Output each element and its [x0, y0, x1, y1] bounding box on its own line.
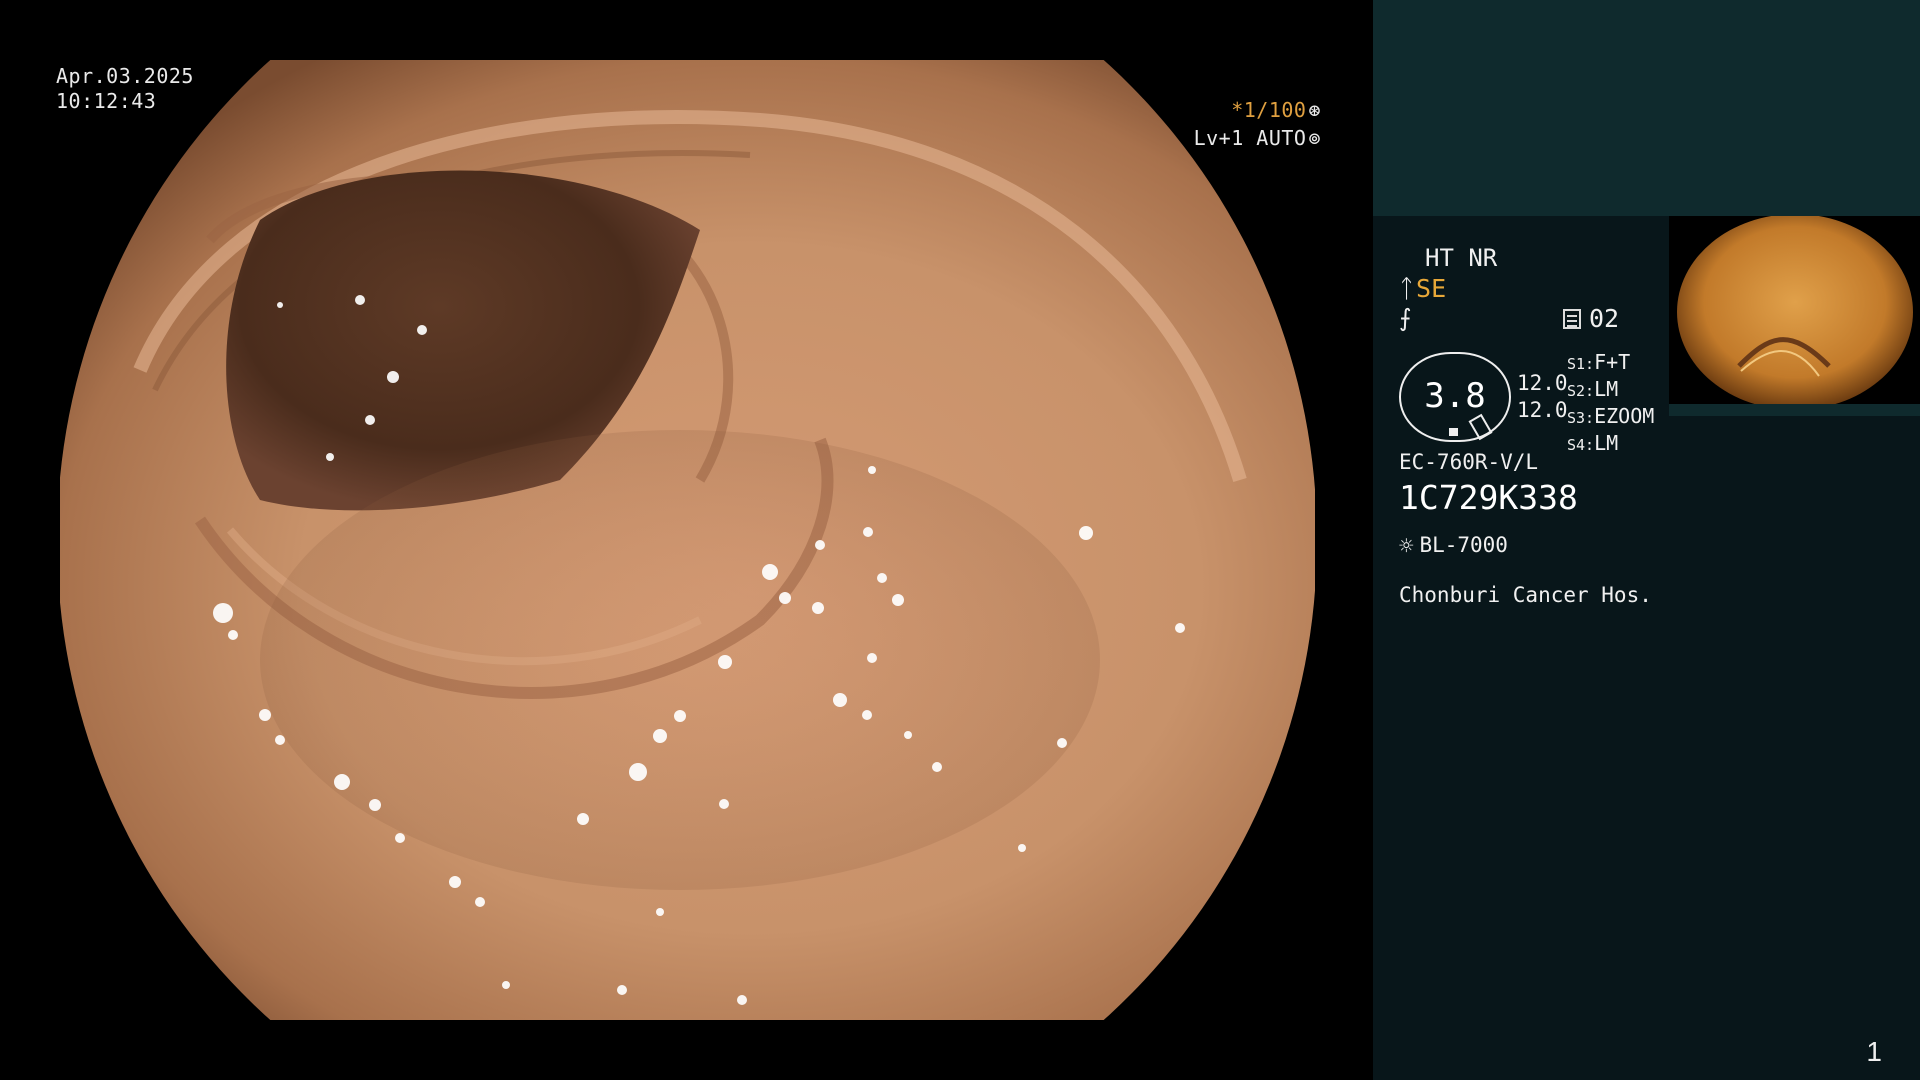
scope-model: EC-760R-V/L [1399, 450, 1539, 474]
memory-card-icon [1563, 309, 1581, 329]
shutter-speed: *1/100 ⊛ [1231, 98, 1321, 123]
memory-value: 02 [1589, 304, 1620, 333]
time-label: 10:12:43 [56, 89, 157, 113]
hospital-name: Chonburi Cancer Hos. [1399, 583, 1652, 607]
ht-nr-label: HT NR [1425, 244, 1498, 272]
datetime-display: Apr.03.2025 10:12:43 [56, 64, 194, 114]
page-number: 1 [1866, 1036, 1882, 1067]
structure-enhancement: ᛏSE [1399, 274, 1446, 303]
light-source: ☼ BL-7000 [1399, 532, 1508, 560]
memory-indicator: 02 [1563, 304, 1619, 333]
iris-icon: ⊛ [1308, 98, 1321, 122]
value-2: 12.0 [1517, 398, 1568, 422]
slot-s2: S2:LM [1567, 377, 1619, 401]
auto-iris-icon: ⊚ [1308, 126, 1321, 150]
info-panel: HT NR ᛏSE ⨍ 02 3.8 12.0 12.0 S1:F+T S2:L… [1373, 0, 1920, 1080]
switch-settings: S1:F+T S2:LM S3:EZOOM S4:LM [1567, 350, 1654, 458]
gauge-tilt-icon [1468, 413, 1493, 441]
date-label: Apr.03.2025 [56, 64, 194, 88]
endoscopic-image [60, 60, 1315, 1020]
brightness-level: Lv+1 AUTO ⊚ [1194, 126, 1321, 151]
scope-icon: ᛏ [1399, 274, 1415, 303]
slot-s3: S3:EZOOM [1567, 404, 1655, 428]
freeze-mark: ⨍ [1399, 304, 1412, 332]
light-source-label: BL-7000 [1419, 533, 1508, 557]
gauge-dot-icon [1449, 428, 1458, 436]
info-panel-header [1373, 0, 1920, 216]
endoscope-video: Apr.03.2025 10:12:43 *1/100 ⊛ Lv+1 AUTO ⊚ [0, 0, 1373, 1080]
se-label: SE [1416, 274, 1447, 303]
level-value: Lv+1 AUTO [1193, 126, 1307, 150]
scope-serial: 1C729K338 [1399, 478, 1578, 517]
slot-s4: S4:LM [1567, 431, 1619, 455]
gauge-value: 3.8 [1424, 376, 1486, 416]
shutter-value: *1/100 [1231, 98, 1307, 122]
pressure-gauge: 3.8 [1399, 352, 1511, 442]
gauge-values: 12.0 12.0 [1517, 370, 1568, 424]
slot-s1: S1:F+T [1567, 350, 1631, 374]
thumbnail-image[interactable] [1669, 216, 1920, 416]
sun-icon: ☼ [1399, 532, 1414, 560]
value-1: 12.0 [1517, 371, 1568, 395]
thumbnail-caption-bar [1669, 404, 1920, 416]
